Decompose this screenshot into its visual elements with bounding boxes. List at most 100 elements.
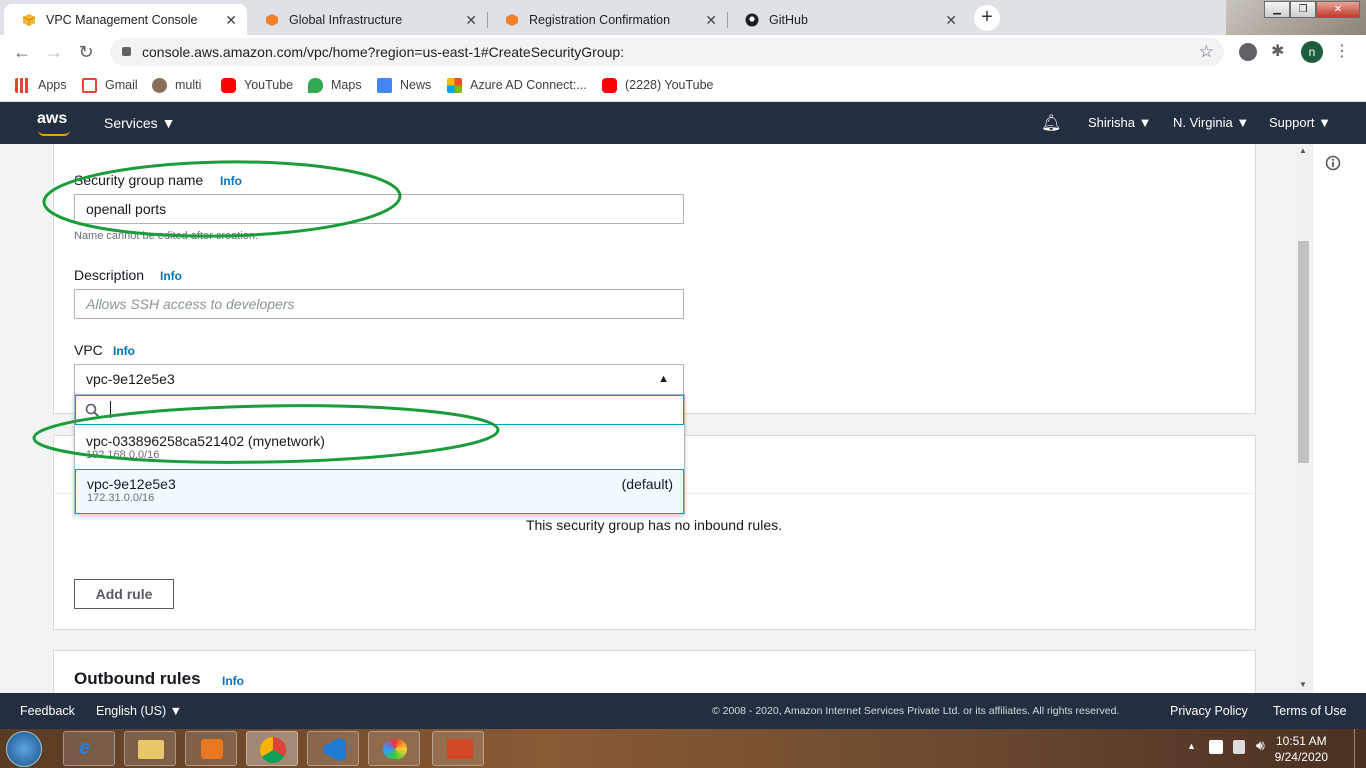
youtube-icon — [602, 77, 617, 93]
profile-avatar[interactable]: n — [1301, 41, 1323, 63]
url-text: console.aws.amazon.com/vpc/home?region=u… — [142, 44, 625, 60]
close-window-button[interactable]: ✕ — [1316, 1, 1360, 18]
minimize-button[interactable]: ▁ — [1264, 1, 1290, 18]
action-center-flag-icon[interactable] — [1209, 740, 1223, 754]
bookmark-youtube-2228[interactable]: (2228) YouTube — [602, 76, 714, 94]
support-menu[interactable]: Support ▼ — [1269, 115, 1331, 130]
help-panel-rail — [1312, 144, 1366, 693]
scroll-down-arrow[interactable]: ▼ — [1299, 680, 1307, 689]
avatar-icon — [152, 77, 167, 93]
address-bar[interactable]: console.aws.amazon.com/vpc/home?region=u… — [110, 38, 1224, 66]
language-selector[interactable]: English (US) ▼ — [96, 704, 182, 718]
info-circle-icon[interactable] — [1325, 155, 1341, 171]
show-desktop-button[interactable] — [1354, 729, 1366, 768]
aws-hexagon-icon — [506, 13, 518, 26]
back-button[interactable]: ← — [10, 41, 34, 63]
reload-button[interactable]: ↻ — [74, 41, 98, 63]
microsoft-icon — [447, 77, 462, 93]
terms-of-use-link[interactable]: Terms of Use — [1273, 704, 1347, 718]
aws-smile-logo-mark — [38, 130, 70, 136]
scroll-up-arrow[interactable]: ▲ — [1299, 146, 1307, 155]
bookmark-label: Apps — [38, 78, 67, 92]
window-controls: ▁ ❐ ✕ — [1264, 1, 1360, 18]
media-player-icon — [201, 739, 223, 759]
tab-github[interactable]: GitHub ✕ — [727, 4, 967, 35]
show-hidden-icons-arrow[interactable]: ▲ — [1187, 741, 1196, 751]
gmail-icon — [82, 77, 97, 93]
forward-button[interactable]: → — [42, 41, 66, 63]
extensions-icon[interactable]: ✱ — [1271, 43, 1289, 61]
bookmark-apps[interactable]: Apps — [15, 76, 67, 94]
volume-icon[interactable]: 🔊︎ — [1256, 737, 1265, 754]
clock-time: 10:51 AM — [1275, 734, 1327, 748]
bookmark-label: Maps — [331, 78, 362, 92]
download-icon[interactable] — [1239, 43, 1257, 61]
taskbar-chrome[interactable] — [246, 731, 298, 766]
copyright-text: © 2008 - 2020, Amazon Internet Services … — [712, 705, 1120, 717]
github-icon — [745, 13, 759, 26]
system-clock[interactable]: 10:51 AM 9/24/2020 — [1275, 733, 1328, 765]
annotation-circle-mynetwork — [32, 404, 500, 464]
bookmark-maps[interactable]: Maps — [308, 76, 362, 94]
annotation-overlay — [32, 160, 500, 464]
services-menu[interactable]: Services ▼ — [104, 115, 175, 131]
browser-toolbar: ← → ↻ console.aws.amazon.com/vpc/home?re… — [0, 35, 1366, 69]
bookmark-label: Gmail — [105, 78, 138, 92]
bookmark-youtube[interactable]: YouTube — [221, 76, 293, 94]
taskbar-media-player[interactable] — [185, 731, 237, 766]
close-tab-icon[interactable]: ✕ — [945, 12, 957, 29]
user-menu[interactable]: Shirisha ▼ — [1088, 115, 1151, 130]
bookmark-azure-ad[interactable]: Azure AD Connect:... — [447, 76, 587, 94]
taskbar-internet-explorer[interactable]: e — [63, 731, 115, 766]
close-tab-icon[interactable]: ✕ — [705, 12, 717, 29]
aws-top-nav: aws Services ▼ 🔔︎ Shirisha ▼ N. Virginia… — [0, 102, 1366, 144]
network-icon[interactable] — [1233, 740, 1245, 754]
page-scrollbar[interactable]: ▲ ▼ — [1296, 144, 1312, 693]
privacy-policy-link[interactable]: Privacy Policy — [1170, 704, 1248, 718]
taskbar-vscode[interactable] — [307, 731, 359, 766]
tab-registration-confirmation[interactable]: Registration Confirmation ✕ — [487, 4, 728, 35]
start-button[interactable] — [6, 731, 42, 767]
bookmark-label: YouTube — [244, 78, 294, 92]
powerpoint-icon — [447, 739, 473, 759]
tab-title: Global Infrastructure — [289, 12, 403, 27]
tab-global-infrastructure[interactable]: Global Infrastructure ✕ — [247, 4, 488, 35]
bookmark-label: multi — [175, 78, 202, 92]
bookmark-label: (2228) YouTube — [625, 78, 714, 92]
feedback-link[interactable]: Feedback — [20, 704, 75, 718]
close-tab-icon[interactable]: ✕ — [465, 12, 477, 29]
region-menu[interactable]: N. Virginia ▼ — [1173, 115, 1249, 130]
scrollbar-thumb[interactable] — [1298, 241, 1309, 463]
bookmarks-bar: Apps Gmail multi YouTube Maps News Azure… — [0, 69, 1366, 102]
windows-taskbar: e ▲ 🔊︎ 10:51 AM 9/24/2020 — [0, 729, 1366, 768]
tab-title: Registration Confirmation — [529, 12, 671, 27]
bookmark-label: Azure AD Connect:... — [470, 78, 587, 92]
bookmark-star-icon[interactable]: ☆ — [1199, 38, 1214, 66]
browser-menu-icon[interactable]: ⋮ — [1334, 43, 1352, 61]
tab-vpc-console[interactable]: VPC Management Console ✕ — [4, 4, 247, 35]
close-tab-icon[interactable]: ✕ — [225, 12, 237, 29]
aws-footer: Feedback English (US) ▼ © 2008 - 2020, A… — [0, 693, 1366, 729]
tab-title: VPC Management Console — [46, 12, 198, 27]
youtube-icon — [221, 77, 236, 93]
maximize-button[interactable]: ❐ — [1290, 1, 1316, 18]
bookmark-news[interactable]: News — [377, 76, 431, 94]
new-tab-button[interactable]: + — [974, 5, 1000, 31]
taskbar-file-explorer[interactable] — [124, 731, 176, 766]
bookmark-gmail[interactable]: Gmail — [82, 76, 138, 94]
paint-palette-icon — [383, 739, 407, 759]
google-news-icon — [377, 77, 392, 93]
taskbar-powerpoint[interactable] — [432, 731, 484, 766]
clock-date: 9/24/2020 — [1274, 750, 1328, 764]
taskbar-paint[interactable] — [368, 731, 420, 766]
folder-icon — [138, 740, 164, 759]
annotation-circle-sg-name — [42, 160, 402, 238]
bookmark-multi[interactable]: multi — [152, 76, 201, 94]
browser-tab-strip: VPC Management Console ✕ Global Infrastr… — [0, 0, 1366, 35]
aws-logo[interactable]: aws — [37, 110, 67, 128]
vscode-icon — [322, 738, 346, 761]
notifications-bell-icon[interactable]: 🔔︎ — [1041, 113, 1061, 133]
apps-grid-icon — [15, 77, 30, 93]
tab-title: GitHub — [769, 12, 808, 27]
maps-pin-icon — [308, 77, 323, 93]
